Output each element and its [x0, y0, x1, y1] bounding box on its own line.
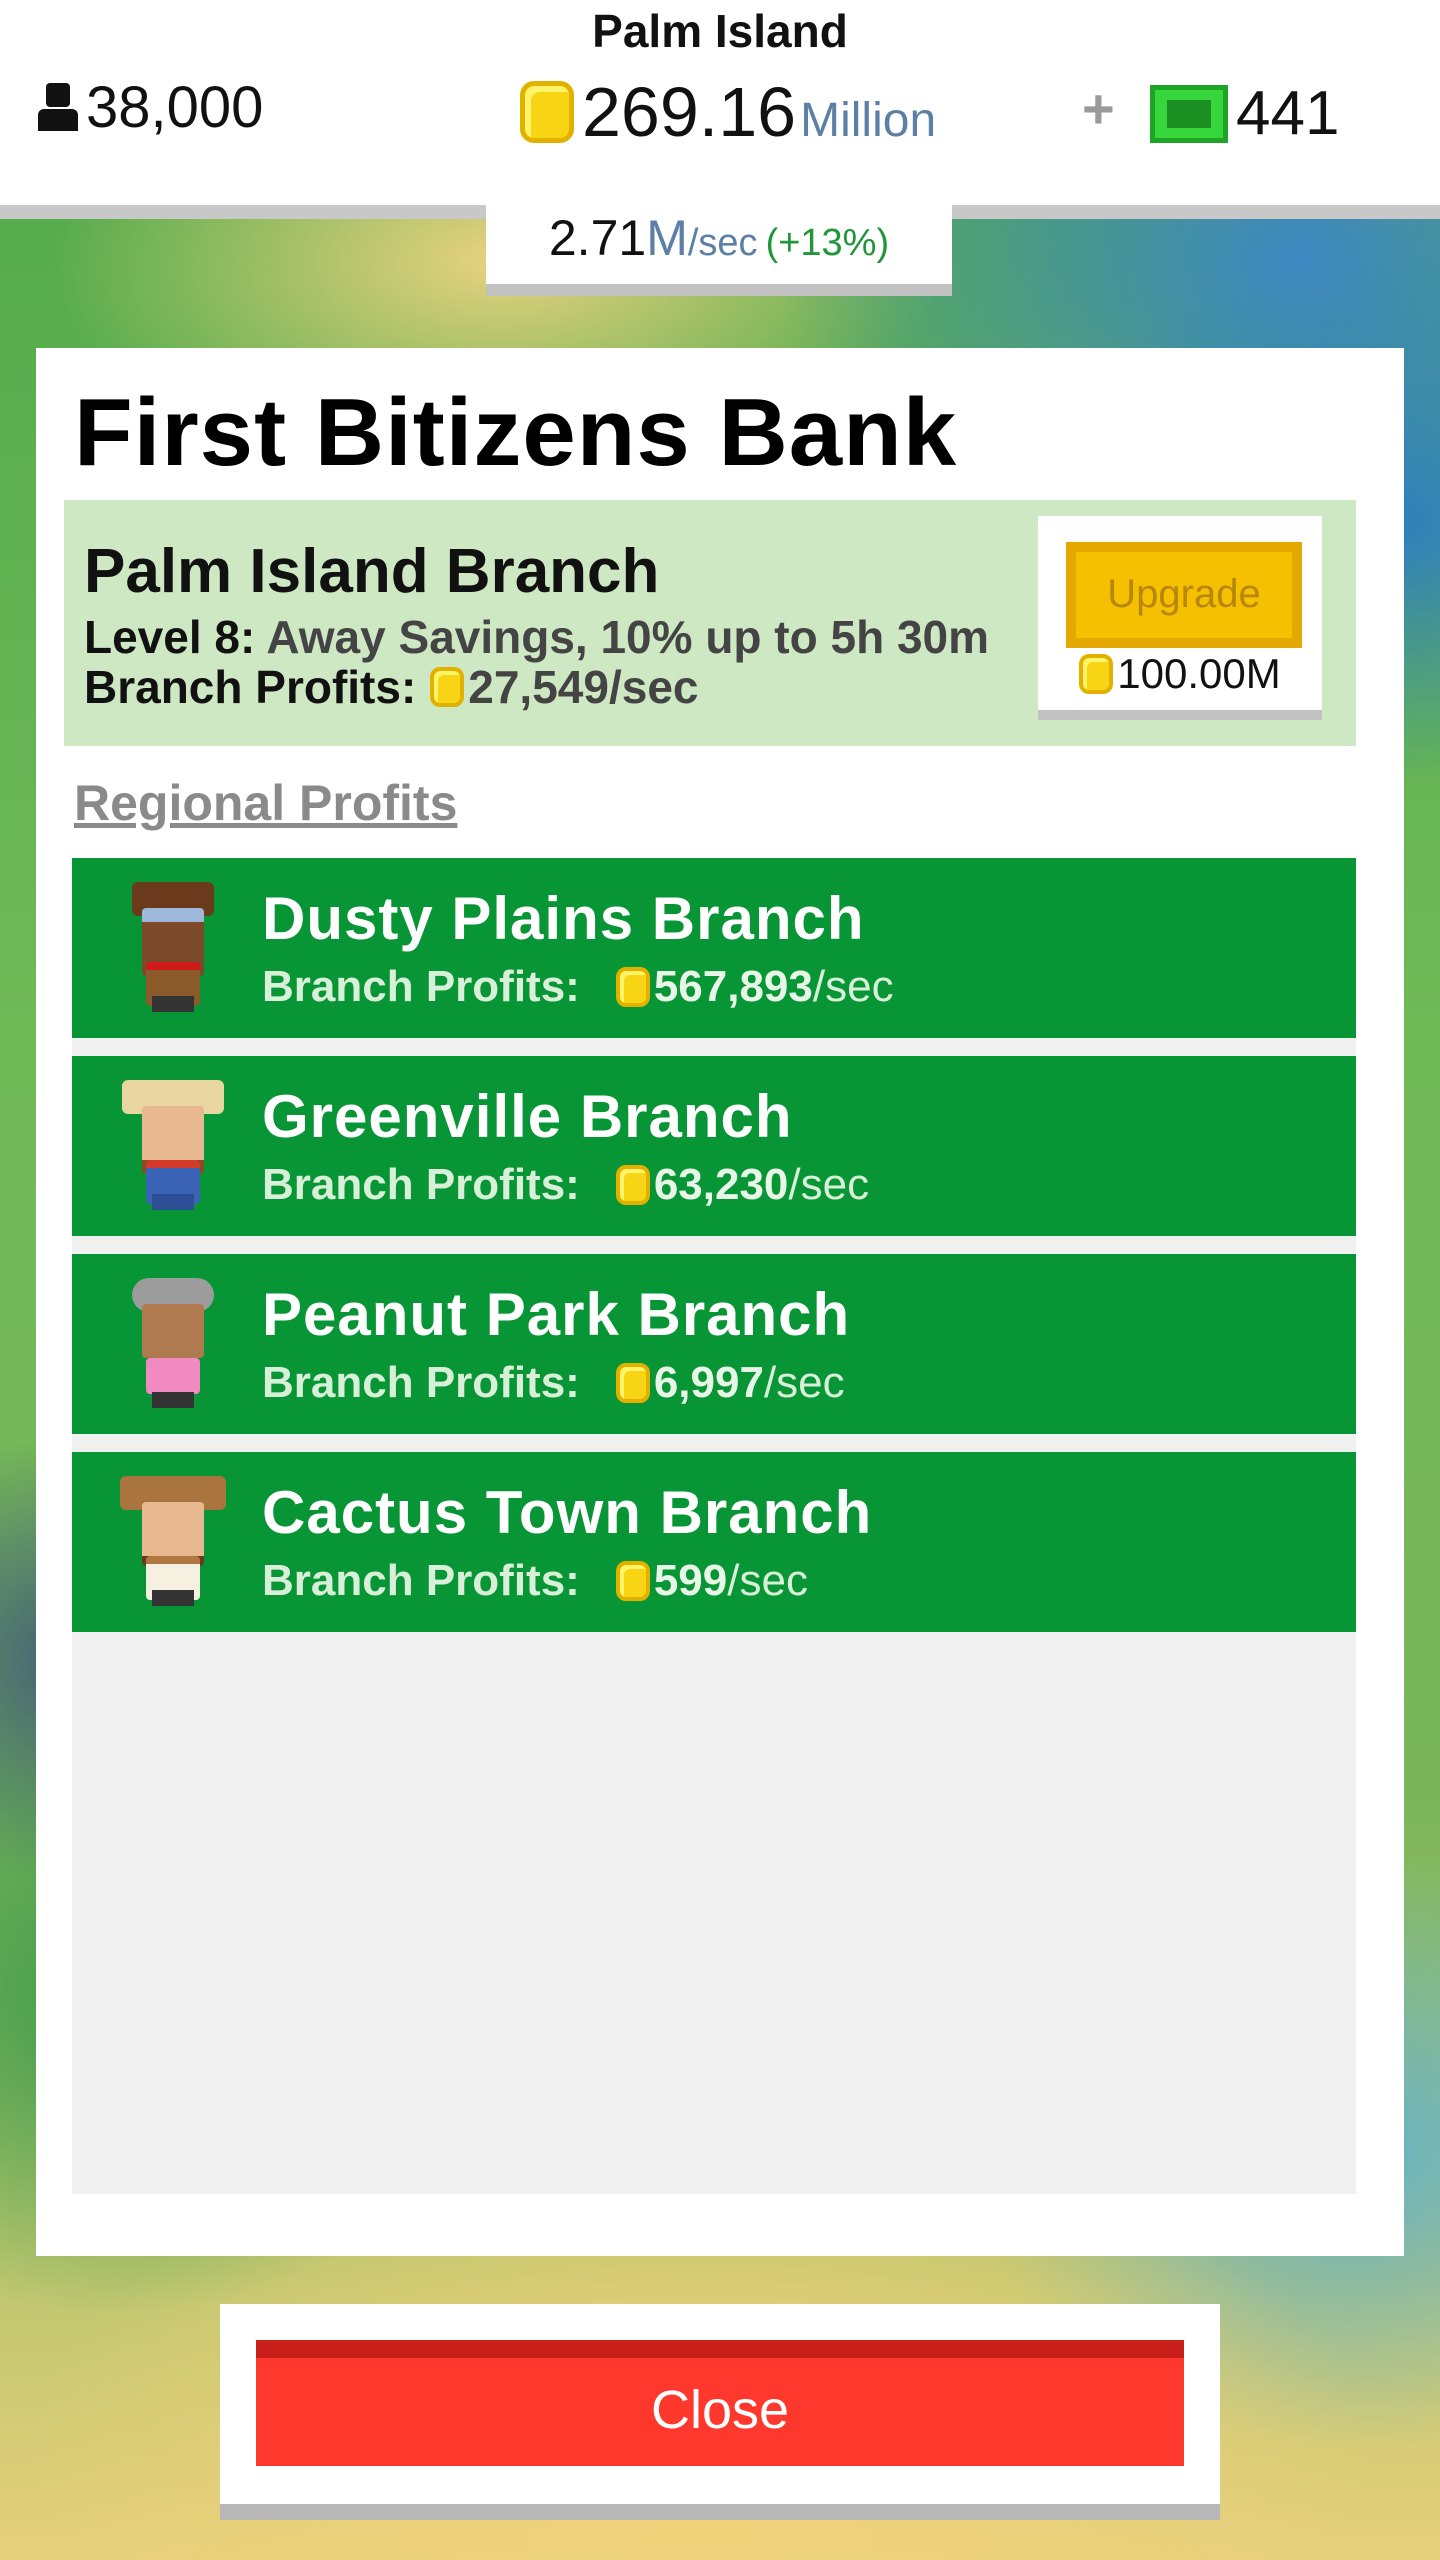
top-hud: Palm Island 38,000 269.16 Million + 441 — [0, 0, 1440, 205]
home-branch-card: Palm Island Branch Level 8: Away Savings… — [64, 500, 1356, 746]
level-description: Away Savings, 10% up to 5h 30m — [266, 611, 990, 663]
coin-icon — [615, 967, 650, 1007]
money-counter: 269.16 Million — [520, 72, 936, 152]
profit-unit: /sec — [763, 1358, 845, 1407]
cash-icon — [1150, 84, 1228, 143]
home-branch-name: Palm Island Branch — [84, 537, 660, 606]
branch-name: Peanut Park Branch — [262, 1281, 851, 1348]
branch-row[interactable]: Dusty Plains Branch Branch Profits: 567,… — [72, 858, 1356, 1038]
regional-profits-heading: Regional Profits — [74, 775, 458, 831]
rate-value: 2.71 — [548, 210, 647, 266]
profit-amount: 27,549/sec — [468, 661, 699, 713]
grandma-avatar-icon — [118, 1278, 228, 1408]
upgrade-button[interactable]: Upgrade — [1066, 542, 1302, 648]
population-counter: 38,000 — [36, 74, 263, 141]
branch-profit: Branch Profits: 599/sec — [262, 1556, 808, 1606]
profit-amount: 599 — [653, 1556, 728, 1605]
income-rate: 2.71M/sec (+13%) — [486, 200, 952, 296]
profit-label: Branch Profits: — [262, 1358, 580, 1407]
person-icon — [36, 82, 80, 133]
branch-name: Dusty Plains Branch — [262, 885, 865, 952]
upgrade-cost: 100.00M — [1038, 650, 1322, 698]
money-value: 269.16 — [582, 73, 797, 151]
profit-amount: 567,893 — [653, 962, 813, 1011]
coin-icon — [615, 1561, 650, 1601]
profit-amount: 6,997 — [653, 1358, 764, 1407]
regional-branch-list: Dusty Plains Branch Branch Profits: 567,… — [72, 858, 1356, 2194]
bank-panel: First Bitizens Bank Palm Island Branch L… — [36, 348, 1404, 2256]
profit-label: Branch Profits: — [84, 661, 417, 713]
branch-profit: Branch Profits: 567,893/sec — [262, 962, 894, 1012]
farmer-avatar-icon — [118, 1080, 228, 1210]
branch-row[interactable]: Cactus Town Branch Branch Profits: 599/s… — [72, 1452, 1356, 1632]
money-unit: Million — [800, 94, 937, 147]
home-branch-profit: Branch Profits: 27,549/sec — [84, 660, 699, 714]
rate-sec: /sec — [687, 222, 758, 264]
profit-unit: /sec — [727, 1556, 808, 1605]
upgrade-card: Upgrade 100.00M — [1038, 516, 1322, 720]
rate-bonus: (+13%) — [765, 222, 890, 264]
profit-label: Branch Profits: — [262, 1556, 580, 1605]
branch-profit: Branch Profits: 63,230/sec — [262, 1160, 869, 1210]
branch-row[interactable]: Peanut Park Branch Branch Profits: 6,997… — [72, 1254, 1356, 1434]
close-button[interactable]: Close — [256, 2340, 1184, 2466]
branch-name: Greenville Branch — [262, 1083, 793, 1150]
profit-label: Branch Profits: — [262, 962, 580, 1011]
coin-icon — [615, 1363, 650, 1403]
profit-unit: /sec — [788, 1160, 870, 1209]
profit-amount: 63,230 — [653, 1160, 789, 1209]
profit-label: Branch Profits: — [262, 1160, 580, 1209]
branch-profit: Branch Profits: 6,997/sec — [262, 1358, 845, 1408]
pilot-avatar-icon — [118, 882, 228, 1012]
coin-icon — [615, 1165, 650, 1205]
cash-value: 441 — [1236, 79, 1340, 148]
coin-icon — [430, 667, 465, 707]
population-value: 38,000 — [86, 75, 264, 140]
rate-unit: M — [646, 210, 688, 266]
buy-cash-button[interactable]: + — [1082, 76, 1115, 141]
close-card: Close — [220, 2304, 1220, 2520]
home-branch-level: Level 8: Away Savings, 10% up to 5h 30m — [84, 610, 989, 664]
bank-title: First Bitizens Bank — [74, 379, 958, 486]
upgrade-cost-value: 100.00M — [1117, 650, 1281, 697]
level-label: Level 8: — [84, 611, 256, 663]
island-name: Palm Island — [592, 5, 848, 57]
coin-icon — [520, 81, 574, 143]
coin-icon — [1079, 654, 1114, 694]
cash-counter[interactable]: 441 — [1150, 78, 1339, 149]
branch-name: Cactus Town Branch — [262, 1479, 873, 1546]
branch-row[interactable]: Greenville Branch Branch Profits: 63,230… — [72, 1056, 1356, 1236]
cowboy-avatar-icon — [118, 1476, 228, 1606]
profit-unit: /sec — [812, 962, 894, 1011]
